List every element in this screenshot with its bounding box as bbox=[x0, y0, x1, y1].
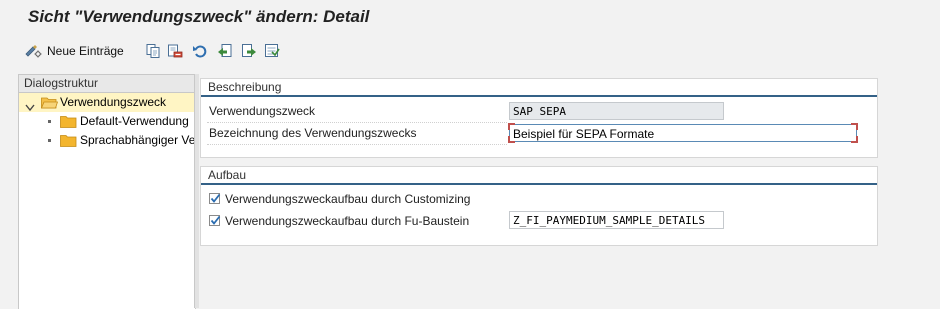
description-input[interactable]: Beispiel für SEPA Formate bbox=[508, 123, 858, 143]
group-title: Beschreibung bbox=[201, 79, 877, 97]
panel-splitter[interactable] bbox=[194, 74, 199, 308]
fub-row: Verwendungszweckaufbau durch Fu-Baustein… bbox=[201, 211, 877, 232]
fub-label: Verwendungszweckaufbau durch Fu-Baustein bbox=[225, 214, 470, 228]
purpose-field[interactable]: SAP SEPA bbox=[509, 102, 724, 120]
display-change-icon bbox=[24, 43, 42, 59]
row-divider bbox=[207, 144, 507, 145]
fub-checkbox[interactable] bbox=[209, 215, 221, 226]
select-all-icon bbox=[264, 43, 280, 59]
page-title: Sicht "Verwendungszweck" ändern: Detail bbox=[28, 7, 370, 26]
copy-button[interactable] bbox=[145, 42, 161, 60]
description-label: Bezeichnung des Verwendungszwecks bbox=[209, 126, 417, 140]
application-toolbar: Neue Einträge bbox=[0, 38, 940, 66]
checkmark-icon bbox=[210, 193, 221, 203]
title-bar: Sicht "Verwendungszweck" ändern: Detail bbox=[0, 0, 940, 38]
tree-item-verwendungszweck[interactable]: Verwendungszweck bbox=[19, 93, 195, 112]
delete-icon bbox=[167, 43, 183, 59]
tree-item-sprachabhaengiger[interactable]: Sprachabhängiger Ve bbox=[19, 131, 195, 150]
tree-bullet bbox=[48, 120, 51, 123]
group-title: Aufbau bbox=[201, 167, 877, 185]
next-entry-icon bbox=[241, 43, 257, 59]
undo-button[interactable] bbox=[192, 42, 208, 60]
purpose-label: Verwendungszweck bbox=[209, 104, 316, 118]
new-entries-button[interactable]: Neue Einträge bbox=[24, 42, 124, 60]
delete-button[interactable] bbox=[167, 42, 183, 60]
tree-item-default-verwendung[interactable]: Default-Verwendung bbox=[19, 112, 195, 131]
dialog-structure-header: Dialogstruktur bbox=[19, 75, 195, 93]
checkmark-icon bbox=[210, 215, 221, 225]
purpose-row: Verwendungszweck SAP SEPA bbox=[201, 101, 877, 122]
tree-bullet bbox=[48, 139, 51, 142]
required-marker bbox=[508, 123, 515, 130]
customizing-row: Verwendungszweckaufbau durch Customizing bbox=[201, 189, 877, 210]
customizing-checkbox[interactable] bbox=[209, 193, 221, 204]
customizing-label: Verwendungszweckaufbau durch Customizing bbox=[225, 192, 471, 206]
description-value: Beispiel für SEPA Formate bbox=[513, 127, 655, 141]
new-entries-label: Neue Einträge bbox=[47, 44, 124, 58]
tree-item-label: Verwendungszweck bbox=[60, 95, 167, 109]
fub-field[interactable]: Z_FI_PAYMEDIUM_SAMPLE_DETAILS bbox=[509, 211, 724, 229]
undo-icon bbox=[192, 43, 208, 59]
copy-icon bbox=[145, 43, 161, 59]
previous-entry-icon bbox=[217, 43, 233, 59]
required-marker bbox=[508, 136, 515, 143]
group-beschreibung: Beschreibung Verwendungszweck SAP SEPA B… bbox=[200, 78, 878, 158]
required-marker bbox=[851, 123, 858, 130]
tree-item-label: Default-Verwendung bbox=[80, 114, 189, 128]
next-entry-button[interactable] bbox=[241, 42, 257, 60]
description-row: Bezeichnung des Verwendungszwecks Beispi… bbox=[201, 123, 877, 144]
dialog-structure-panel: Dialogstruktur Verwendungszweck Default-… bbox=[18, 74, 196, 309]
required-marker bbox=[851, 136, 858, 143]
tree-item-label: Sprachabhängiger Ve bbox=[80, 133, 196, 147]
group-aufbau: Aufbau Verwendungszweckaufbau durch Cust… bbox=[200, 166, 878, 246]
select-all-button[interactable] bbox=[264, 42, 280, 60]
previous-entry-button[interactable] bbox=[217, 42, 233, 60]
folder-icon bbox=[60, 134, 77, 153]
